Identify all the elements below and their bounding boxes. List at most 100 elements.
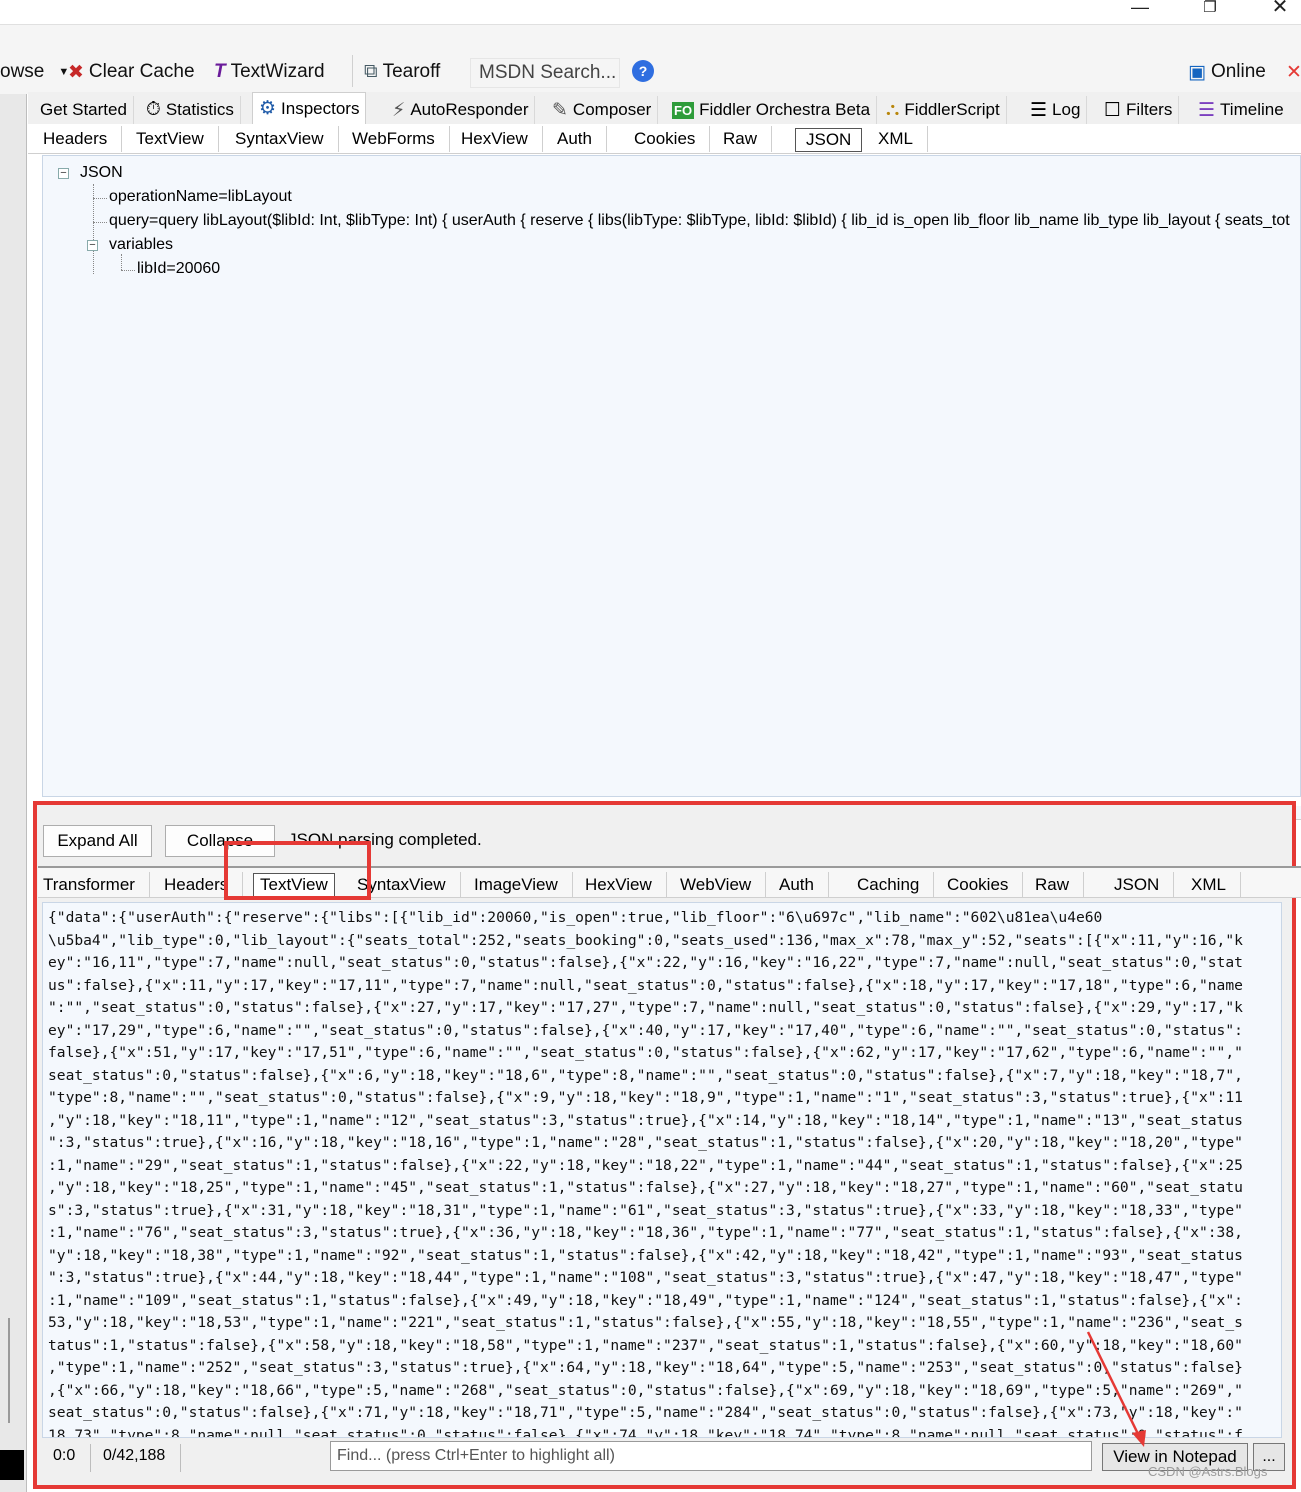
text-line: "y":18,"key":"18,38","type":1,"name":"92… (48, 1246, 1243, 1264)
json-tree-panel[interactable]: − JSON operationName=libLayout query=que… (42, 155, 1301, 797)
tab-inspectors[interactable]: ⚙ Inspectors (252, 92, 367, 124)
tab-label: Statistics (165, 100, 234, 119)
maximize-icon[interactable]: ❐ (1190, 0, 1230, 22)
text-line: ":3,"status":true},{"x":16,"y":18,"key":… (48, 1134, 1243, 1151)
tab-log[interactable]: ☰ Log (1024, 96, 1088, 124)
resp-tab-raw[interactable]: Raw (1035, 872, 1085, 898)
req-tab-webforms[interactable]: WebForms (352, 126, 450, 152)
req-tab-xml[interactable]: XML (878, 126, 928, 152)
req-tab-raw[interactable]: Raw (723, 126, 773, 152)
resp-tab-auth[interactable]: Auth (779, 872, 829, 898)
textwizard-icon: T (214, 61, 226, 82)
req-tab-hexview[interactable]: HexView (461, 126, 543, 152)
tab-label: Composer (572, 100, 652, 119)
request-tabs: Headers TextView SyntaxView WebForms Hex… (28, 124, 1301, 154)
textwizard-label: TextWizard (230, 61, 325, 82)
tab-label: Filters (1126, 100, 1173, 119)
gutter-marker (0, 1450, 24, 1480)
toolbar-divider (352, 55, 353, 87)
gutter-scrollbar[interactable] (8, 1318, 10, 1423)
watermark: CSDN @Astrs.Blogs (1148, 1464, 1268, 1479)
collapse-toggle-icon[interactable]: − (58, 168, 69, 179)
script-icon: ⛬ (886, 99, 900, 120)
text-line: ey":"17,29","type":6,"name":"","seat_sta… (48, 1021, 1243, 1039)
tree-guide (121, 270, 135, 271)
footer-divider (180, 1444, 181, 1472)
tree-node-query[interactable]: query=query libLayout($libId: Int, $libT… (109, 212, 1290, 230)
clear-cache-label: Clear Cache (88, 61, 195, 82)
text-line: seat_status":0,"status":false},{"x":6,"y… (48, 1066, 1243, 1084)
find-input[interactable]: Find... (press Ctrl+Enter to highlight a… (330, 1441, 1092, 1471)
resp-tab-hexview[interactable]: HexView (585, 872, 667, 898)
tree-guide (121, 254, 122, 270)
tab-timeline[interactable]: ☰ Timeline (1192, 96, 1290, 124)
tab-fiddler-orchestra[interactable]: FO Fiddler Orchestra Beta (666, 96, 878, 124)
text-line: {"data":{"userAuth":{"reserve":{"libs":[… (48, 909, 1103, 926)
resp-tab-imageview[interactable]: ImageView (474, 872, 573, 898)
req-tab-headers[interactable]: Headers (43, 126, 123, 152)
close-icon[interactable]: ✕ (1260, 0, 1300, 22)
tearoff-button[interactable]: ⧉ Tearoff (364, 59, 440, 85)
title-bar: — ❐ ✕ (0, 0, 1301, 24)
tab-label: Timeline (1220, 100, 1284, 119)
tab-label: Inspectors (281, 98, 360, 118)
tree-node-root[interactable]: JSON (80, 164, 123, 182)
session-list-edge (0, 94, 27, 1492)
msdn-search-input[interactable]: MSDN Search... (470, 58, 620, 88)
tab-fiddlerscript[interactable]: ⛬ FiddlerScript (880, 96, 1007, 124)
cursor-position: 0:0 (53, 1447, 76, 1464)
text-line: false},{"x":51,"y":17,"key":"17,51","typ… (48, 1044, 1243, 1061)
tab-filters[interactable]: ☐ Filters (1098, 96, 1180, 124)
textview-highlight-box (224, 841, 371, 900)
annotation-arrow-icon (1086, 1331, 1146, 1447)
text-line: ":"","seat_status":0,"status":false},{"x… (48, 999, 1243, 1016)
tree-guide (93, 198, 107, 199)
text-line: :1,"name":"76","seat_status":3,"status":… (48, 1224, 1243, 1241)
resp-tab-syntaxview[interactable]: SyntaxView (357, 872, 461, 898)
req-tab-textview[interactable]: TextView (136, 126, 219, 152)
lightning-icon: ⚡ (392, 99, 406, 121)
resp-tab-cookies[interactable]: Cookies (947, 872, 1024, 898)
tree-node-variables[interactable]: variables (109, 236, 173, 254)
text-line: ,"y":18,"key":"18,11","type":1,"name":"1… (48, 1111, 1243, 1129)
close-session-icon[interactable]: ✕ (1286, 59, 1301, 85)
tree-node-libid[interactable]: libId=20060 (137, 260, 220, 278)
tab-label: Fiddler Orchestra Beta (699, 100, 871, 119)
log-icon: ☰ (1030, 99, 1048, 121)
checkbox-icon: ☐ (1104, 99, 1122, 121)
online-indicator[interactable]: ▣ Online (1188, 59, 1266, 85)
resp-tab-json[interactable]: JSON (1114, 872, 1175, 898)
text-line: \u5ba4","lib_type":0,"lib_layout":{"seat… (48, 931, 1243, 949)
req-tab-cookies[interactable]: Cookies (634, 126, 711, 152)
resp-tab-caching[interactable]: Caching (857, 872, 935, 898)
text-line: ":3,"status":true},{"x":44,"y":18,"key":… (48, 1269, 1243, 1286)
minimize-icon[interactable]: — (1120, 0, 1160, 22)
tab-label: Get Started (40, 100, 127, 119)
text-line: s":3,"status":true},{"x":31,"y":18,"key"… (48, 1201, 1243, 1219)
collapse-toggle-icon[interactable]: − (87, 240, 98, 251)
req-tab-syntaxview[interactable]: SyntaxView (235, 126, 339, 152)
tab-autoresponder[interactable]: ⚡ AutoResponder (386, 96, 536, 124)
resp-tab-transformer[interactable]: Transformer (43, 872, 150, 898)
tab-composer[interactable]: ✎ Composer (546, 96, 659, 124)
browse-button[interactable]: owse ▼ (0, 59, 69, 85)
tab-get-started[interactable]: Get Started (34, 96, 134, 124)
req-tab-auth[interactable]: Auth (557, 126, 607, 152)
tree-node-operation[interactable]: operationName=libLayout (109, 188, 292, 206)
textwizard-button[interactable]: T TextWizard (214, 59, 325, 85)
network-icon: ▣ (1188, 61, 1206, 83)
req-tab-json[interactable]: JSON (795, 128, 863, 152)
text-line: :1,"name":"109","seat_status":1,"status"… (48, 1291, 1243, 1309)
tab-label: AutoResponder (410, 100, 529, 119)
resp-tab-webview[interactable]: WebView (680, 872, 767, 898)
tab-statistics[interactable]: ⏱ Statistics (140, 96, 241, 124)
fo-icon: FO (672, 101, 695, 119)
footer-divider (90, 1444, 91, 1472)
inspectors-icon: ⚙ (259, 98, 277, 119)
expand-all-button[interactable]: Expand All (43, 825, 152, 857)
clear-cache-icon: ✖ (68, 61, 84, 83)
resp-tab-xml[interactable]: XML (1191, 872, 1241, 898)
clear-cache-button[interactable]: ✖ Clear Cache (68, 59, 195, 85)
help-icon[interactable]: ? (632, 60, 654, 82)
char-position: 0/42,188 (103, 1447, 166, 1464)
